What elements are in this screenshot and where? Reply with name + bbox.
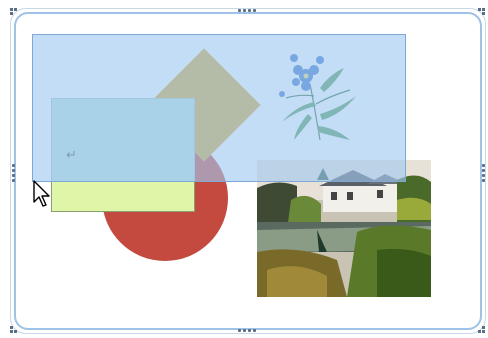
resize-handle-bottom-right[interactable] <box>476 324 486 334</box>
resize-handle-right[interactable] <box>482 164 485 182</box>
resize-handle-top-left[interactable] <box>10 8 20 18</box>
resize-handle-bottom-left[interactable] <box>10 324 20 334</box>
selection-marquee <box>32 34 406 182</box>
resize-handle-left[interactable] <box>12 164 15 182</box>
arrow-pointer-icon <box>33 180 50 207</box>
resize-handle-top-right[interactable] <box>476 8 486 18</box>
resize-handle-bottom[interactable] <box>238 329 256 332</box>
resize-handle-top[interactable] <box>238 9 256 12</box>
